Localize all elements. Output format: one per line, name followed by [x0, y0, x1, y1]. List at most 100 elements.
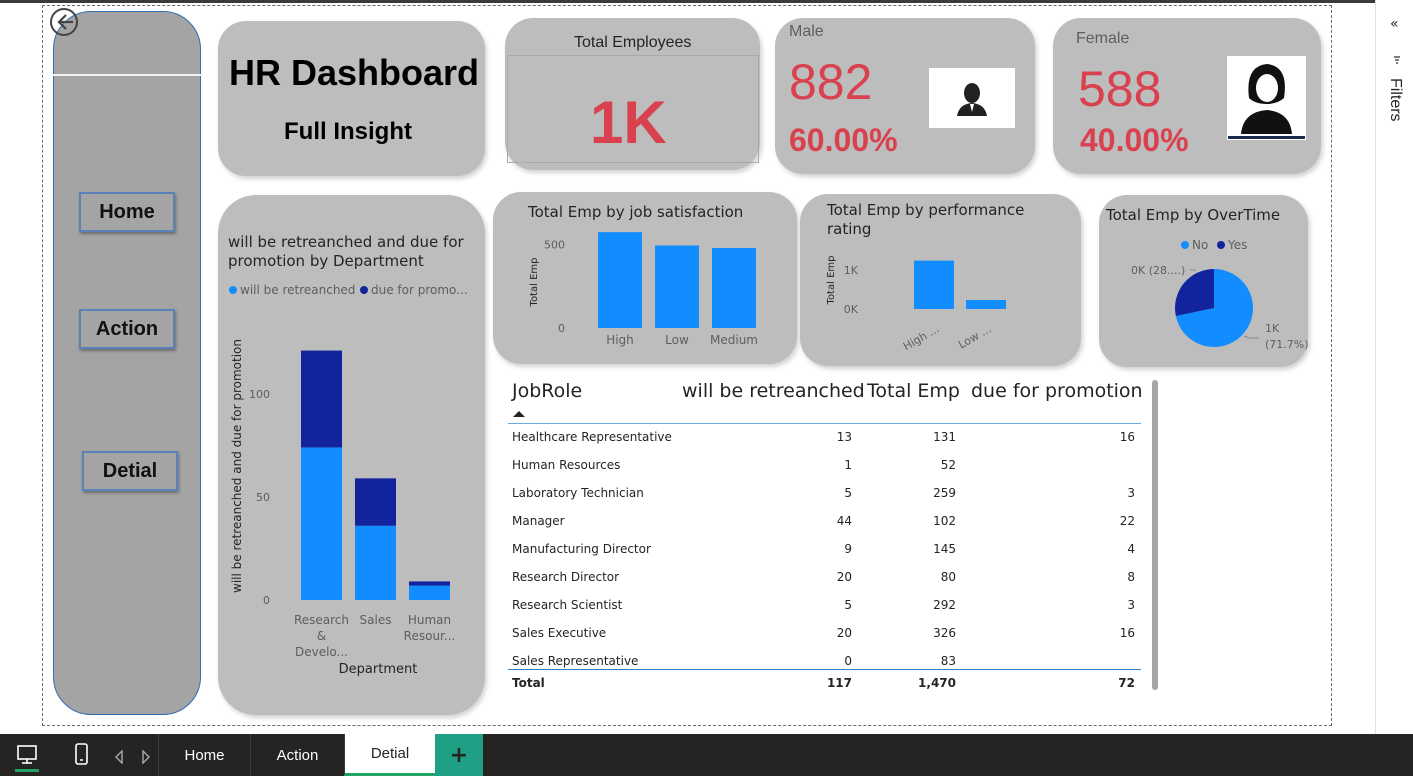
x-tick-label: Medium	[710, 333, 758, 347]
bar-job-satisfaction[interactable]	[598, 232, 642, 328]
top-border	[0, 0, 1413, 3]
report-canvas: « Filters Home Action Detial HR Dashboar…	[0, 0, 1413, 776]
back-arrow-icon[interactable]	[48, 6, 80, 38]
cell-retreanched: 44	[836, 514, 852, 528]
table-row[interactable]: Research Director 20 80 8	[508, 570, 1141, 598]
legend-label-yes: Yes	[1227, 238, 1247, 252]
nav-home-button[interactable]: Home	[79, 192, 175, 232]
cell-total-emp: 52	[940, 458, 956, 472]
y-axis-label: Total Emp	[826, 256, 837, 306]
cell-promotion: 8	[1127, 570, 1135, 584]
total-promotion: 72	[1118, 676, 1135, 690]
cell-jobrole: Manufacturing Director	[512, 542, 651, 556]
bar-performance[interactable]	[966, 300, 1006, 309]
close-tab-icon[interactable]: x	[421, 738, 428, 752]
bar-promotion[interactable]	[355, 478, 396, 526]
cell-total-emp: 102	[933, 514, 956, 528]
next-page-icon[interactable]	[141, 750, 151, 764]
male-label: Male	[789, 23, 824, 40]
y-tick-label: 0	[263, 594, 270, 607]
tab-action[interactable]: Action	[250, 734, 344, 776]
tab-home[interactable]: Home	[158, 734, 250, 776]
cell-retreanched: 20	[836, 626, 852, 640]
header-total-emp[interactable]: Total Emp	[867, 380, 960, 402]
table-scrollbar[interactable]	[1152, 380, 1158, 690]
table-row[interactable]: Sales Executive 20 326 16	[508, 626, 1141, 654]
cell-jobrole: Research Scientist	[512, 598, 623, 612]
total-divider	[508, 669, 1141, 670]
nav-action-button[interactable]: Action	[79, 309, 175, 349]
collapse-pane-icon[interactable]: «	[1390, 16, 1399, 32]
filters-label[interactable]: Filters	[1386, 78, 1404, 122]
x-tick-label: Research	[294, 613, 349, 627]
female-percent: 40.00%	[1080, 122, 1189, 158]
performance-rating-title: Total Emp by performance rating	[827, 201, 1025, 238]
mobile-view-icon[interactable]	[74, 743, 90, 767]
female-count: 588	[1078, 61, 1162, 117]
bar-promotion[interactable]	[409, 581, 450, 586]
prev-page-icon[interactable]	[114, 750, 124, 764]
cell-jobrole: Laboratory Technician	[512, 486, 644, 500]
legend-marker-no	[1181, 241, 1189, 249]
total-row: Total 117 1,470 72	[508, 676, 1141, 704]
cell-total-emp: 83	[940, 654, 956, 668]
nav-detial-button[interactable]: Detial	[82, 451, 178, 491]
legend-marker-yes	[1217, 241, 1225, 249]
bar-retreanched[interactable]	[409, 585, 450, 600]
table-row[interactable]: Healthcare Representative 13 131 16	[508, 430, 1141, 458]
cell-total-emp: 145	[933, 542, 956, 556]
header-due-promotion[interactable]: due for promotion	[971, 380, 1143, 402]
female-label: Female	[1076, 30, 1130, 47]
cell-jobrole: Sales Executive	[512, 626, 607, 640]
cell-jobrole: Research Director	[512, 570, 620, 584]
cell-total-emp: 292	[933, 598, 956, 612]
bar-retreanched[interactable]	[355, 525, 396, 600]
cell-promotion: 16	[1119, 430, 1135, 444]
department-stacked-bar-chart[interactable]: will be retreanched due for promo... 0 50 10…	[218, 280, 485, 680]
x-tick-label: Develo...	[295, 645, 348, 659]
legend-marker-retreanched	[229, 286, 237, 294]
bar-job-satisfaction[interactable]	[655, 245, 699, 329]
table-row[interactable]: Manager 44 102 22	[508, 514, 1141, 542]
total-employees-value: 1K	[590, 89, 667, 156]
job-satisfaction-bar-chart[interactable]: 0 500 Total Emp High Low Medium	[493, 222, 797, 362]
add-page-button[interactable]: +	[435, 734, 483, 776]
nav-divider	[53, 74, 201, 76]
header-divider	[508, 423, 1141, 424]
cell-promotion: 3	[1127, 486, 1135, 500]
header-retreanched[interactable]: will be retreanched	[682, 380, 865, 402]
job-satisfaction-title: Total Emp by job satisfaction	[528, 203, 744, 221]
pie-label-no-pct: (71.7%)	[1265, 338, 1308, 351]
table-row[interactable]: Human Resources 1 52	[508, 458, 1141, 486]
filter-funnel-icon	[1394, 56, 1400, 64]
bar-retreanched[interactable]	[301, 447, 342, 600]
cell-total-emp: 259	[933, 486, 956, 500]
overtime-pie-chart[interactable]: No Yes 1K (71.7%) 0K (28....)	[1099, 232, 1308, 362]
cell-jobrole: Human Resources	[512, 458, 621, 472]
performance-rating-bar-chart[interactable]: 0K 1K Total Emp High ... Low ...	[800, 240, 1081, 360]
header-jobrole[interactable]: JobRole	[512, 380, 582, 402]
sort-ascending-icon[interactable]	[513, 410, 525, 418]
cell-retreanched: 20	[836, 570, 852, 584]
male-percent: 60.00%	[789, 122, 898, 158]
male-image	[929, 68, 1015, 128]
cell-retreanched: 5	[844, 486, 852, 500]
bar-promotion[interactable]	[301, 350, 342, 448]
bar-job-satisfaction[interactable]	[712, 248, 756, 328]
department-chart-title: will be retreanched and due for promotio…	[228, 233, 464, 270]
y-tick-label: 0	[558, 322, 565, 335]
bar-performance[interactable]	[914, 260, 954, 309]
desktop-view-icon[interactable]	[14, 744, 40, 772]
y-tick-label: 0K	[844, 303, 859, 316]
y-tick-label: 50	[256, 491, 270, 504]
table-row[interactable]: Manufacturing Director 9 145 4	[508, 542, 1141, 570]
cell-promotion: 22	[1119, 514, 1135, 528]
title-card	[218, 21, 485, 176]
cell-total-emp: 326	[933, 626, 956, 640]
legend-label-promotion: due for promo...	[371, 283, 468, 297]
label-leader-line	[1243, 335, 1259, 339]
table-row[interactable]: Research Scientist 5 292 3	[508, 598, 1141, 626]
table-row[interactable]: Laboratory Technician 5 259 3	[508, 486, 1141, 514]
female-person-icon	[1228, 64, 1305, 139]
cell-total-emp: 80	[940, 570, 956, 584]
